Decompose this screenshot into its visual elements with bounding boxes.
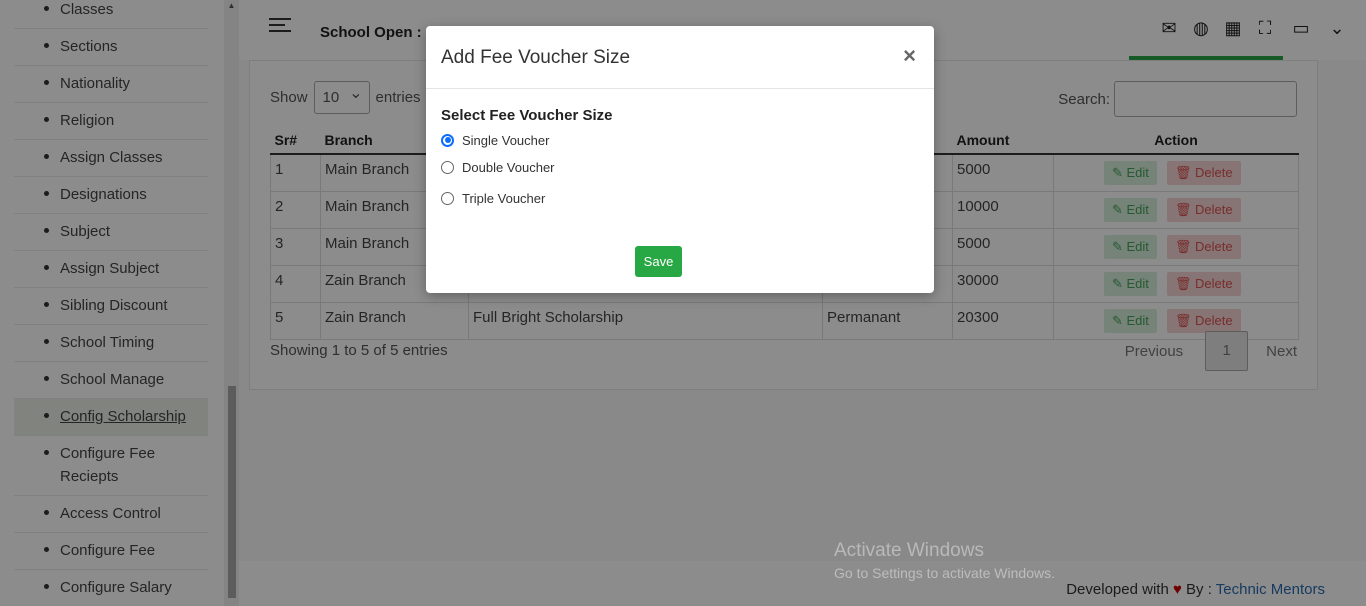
save-button[interactable]: Save (635, 246, 682, 277)
option-single-voucher[interactable]: Single Voucher (441, 128, 919, 152)
radio-single-voucher[interactable] (441, 133, 454, 147)
radio-triple-voucher[interactable] (441, 192, 454, 205)
modal-header: Add Fee Voucher Size × (426, 26, 934, 89)
option-label: Triple Voucher (462, 191, 546, 206)
close-icon[interactable]: × (903, 45, 916, 67)
radio-double-voucher[interactable] (441, 161, 454, 174)
windows-watermark-subtitle: Go to Settings to activate Windows. (834, 565, 1055, 581)
option-label: Single Voucher (462, 132, 550, 148)
windows-watermark-title: Activate Windows (834, 540, 984, 561)
option-triple-voucher[interactable]: Triple Voucher (441, 183, 919, 214)
modal-body: Select Fee Voucher Size Single Voucher D… (426, 89, 934, 214)
fee-voucher-size-modal: Add Fee Voucher Size × Select Fee Vouche… (426, 26, 934, 293)
option-label: Double Voucher (462, 160, 555, 175)
option-double-voucher[interactable]: Double Voucher (441, 152, 919, 183)
modal-title: Add Fee Voucher Size (441, 47, 631, 68)
voucher-size-heading: Select Fee Voucher Size (441, 107, 613, 124)
